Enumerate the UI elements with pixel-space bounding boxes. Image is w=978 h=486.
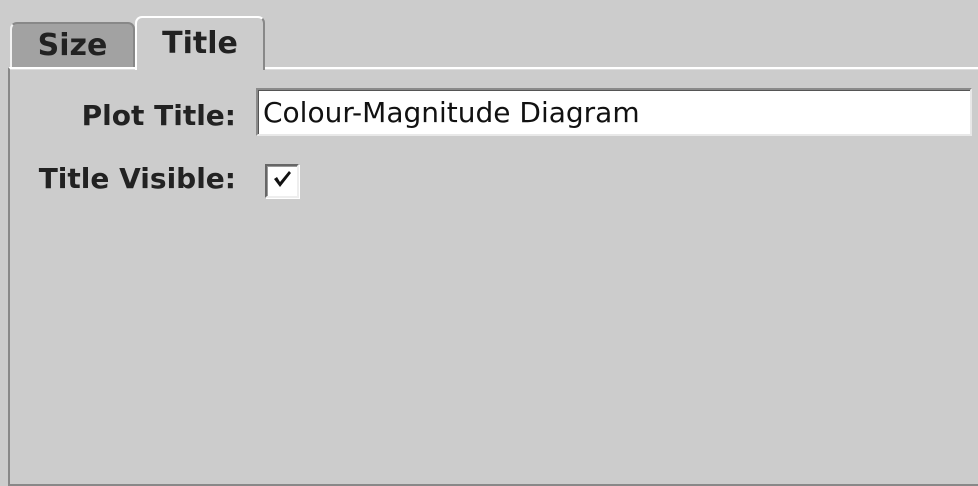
title-visible-label: Title Visible: <box>38 162 236 195</box>
tab-size-label: Size <box>37 27 108 63</box>
tab-size[interactable]: Size <box>10 22 135 68</box>
checkmark-icon <box>271 168 293 194</box>
tab-title-label: Title <box>162 25 238 61</box>
title-settings-panel: Plot Title: Title Visible: <box>8 67 978 486</box>
title-visible-checkbox[interactable] <box>265 164 299 198</box>
plot-title-label: Plot Title: <box>81 99 236 132</box>
tab-title[interactable]: Title <box>135 16 265 70</box>
plot-title-input[interactable] <box>256 88 972 136</box>
